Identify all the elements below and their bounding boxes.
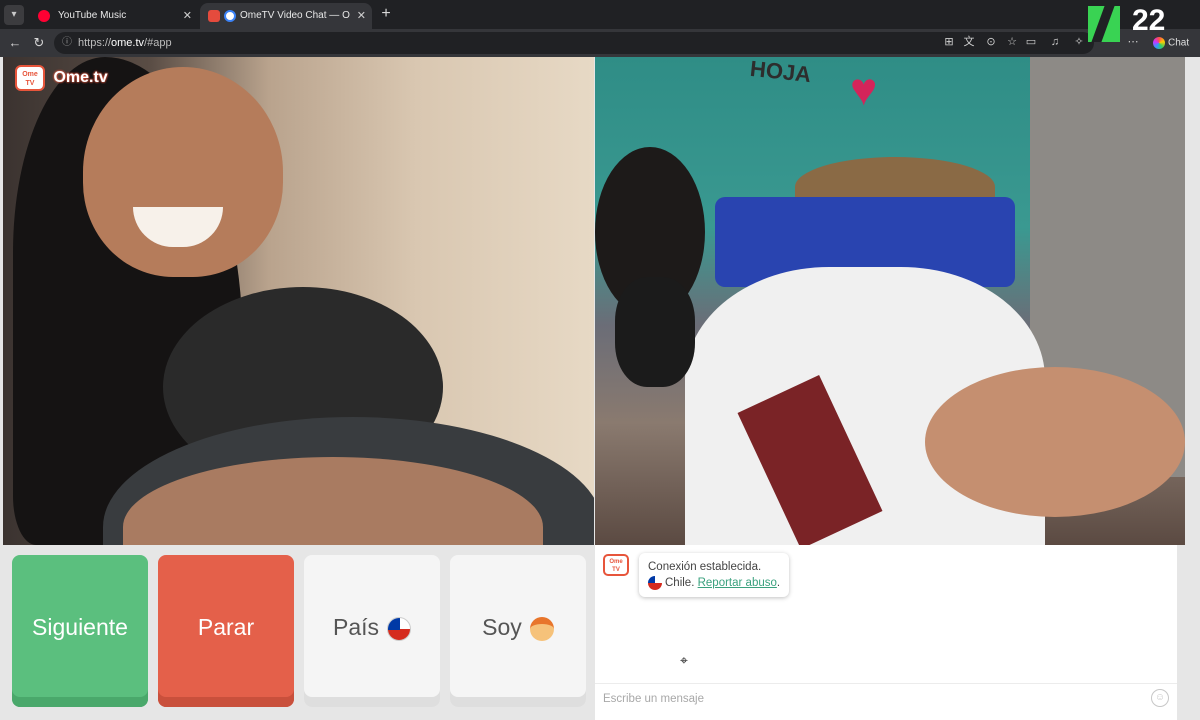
tab-title: OmeTV Video Chat — Omegl: [240, 10, 350, 21]
heart-graffiti-icon: ♥: [850, 63, 878, 115]
translate-icon[interactable]: 文: [962, 35, 976, 49]
youtube-music-icon: [38, 10, 50, 22]
copilot-chat-button[interactable]: Chat: [1153, 37, 1189, 49]
emoji-icon[interactable]: ☺: [1151, 689, 1169, 707]
ometv-favicon-icon: [208, 10, 220, 22]
local-video: Ome TV Ome.tv: [3, 57, 594, 545]
gender-select-button[interactable]: Soy: [450, 555, 586, 707]
chat-label: Chat: [1168, 37, 1190, 49]
stop-button[interactable]: Parar: [158, 555, 294, 707]
partner-country: Chile.: [665, 577, 695, 589]
ometv-logo[interactable]: Ome TV Ome.tv: [15, 65, 108, 93]
connection-status: Conexión establecida.: [648, 561, 762, 573]
ometv-tv-icon: Ome TV: [15, 65, 45, 91]
ometv-brand: Ome.tv: [53, 69, 108, 86]
more-options-icon[interactable]: ⊙: [984, 35, 998, 49]
ometv-app: Ome TV Ome.tv HOJA ♥ Siguiente Parar Paí…: [0, 57, 1200, 720]
tab-ometv[interactable]: OmeTV Video Chat — Omegl ✕: [200, 3, 372, 29]
favorites-icon[interactable]: ✧: [1072, 35, 1086, 49]
text-chat-panel: Ome TV Conexión establecida. Chile. Repo…: [595, 545, 1177, 720]
new-tab-button[interactable]: +: [376, 4, 396, 24]
report-suffix: .: [776, 577, 781, 589]
gender-label: Soy: [482, 614, 522, 640]
site-info-icon[interactable]: ⓘ: [62, 32, 72, 54]
country-label: País: [332, 614, 380, 640]
next-label: Siguiente: [32, 614, 128, 640]
report-abuse-link[interactable]: Reportar abuso: [698, 577, 777, 589]
tab-search-icon[interactable]: ▾: [4, 5, 24, 25]
ometv-chat-avatar-icon: Ome TV: [603, 554, 629, 576]
camera-icon[interactable]: ▭: [1024, 35, 1038, 49]
chat-controls: Siguiente Parar País Soy: [3, 545, 594, 720]
video-scene: [925, 367, 1185, 517]
viewer-count: 22: [1132, 4, 1166, 37]
reload-icon[interactable]: ↻: [30, 34, 48, 52]
recording-icon: [224, 10, 236, 22]
country-filter-button[interactable]: País: [304, 555, 440, 707]
tab-title: YouTube Music: [58, 10, 127, 21]
url-prefix: https://: [78, 37, 112, 49]
stop-label: Parar: [197, 614, 255, 640]
kick-logo-icon: [1088, 6, 1120, 42]
media-control-icon[interactable]: ♫: [1048, 35, 1062, 49]
address-bar[interactable]: ⓘ https://ome.tv/#app: [54, 32, 1094, 54]
headphones-icon: [615, 277, 695, 387]
apps-icon[interactable]: ⊞: [942, 35, 956, 49]
close-icon[interactable]: ✕: [357, 3, 366, 29]
chile-flag-icon: [387, 616, 412, 641]
chile-flag-icon: [648, 575, 662, 590]
browser-tab-bar: ▾ YouTube Music ✕ OmeTV Video Chat — Ome…: [0, 0, 1200, 29]
copilot-icon: [1153, 37, 1165, 49]
next-button[interactable]: Siguiente: [12, 555, 148, 707]
url-host: ome.tv: [111, 37, 145, 49]
remote-video: HOJA ♥: [595, 57, 1185, 545]
wall-graffiti: HOJA: [748, 57, 813, 88]
url-path: /#app: [144, 37, 172, 49]
favorite-star-icon[interactable]: ☆: [1005, 35, 1019, 49]
page-scrollbar[interactable]: [1185, 57, 1200, 720]
mouse-cursor-icon: ⌖: [680, 652, 688, 668]
message-input[interactable]: [603, 693, 1143, 705]
browser-toolbar: ← ↻ ⓘ https://ome.tv/#app ⊞ 文 ⊙ ☆ ▭ ♫ ✧ …: [0, 29, 1200, 57]
boy-avatar-icon: [529, 616, 554, 641]
tab-youtube-music[interactable]: YouTube Music ✕: [28, 3, 198, 29]
close-icon[interactable]: ✕: [183, 3, 192, 29]
system-message: Conexión establecida. Chile. Reportar ab…: [639, 553, 790, 597]
back-icon[interactable]: ←: [6, 34, 24, 52]
partner-country-line: Chile. Reportar abuso.: [648, 575, 780, 591]
message-input-bar: ☺: [595, 683, 1177, 713]
